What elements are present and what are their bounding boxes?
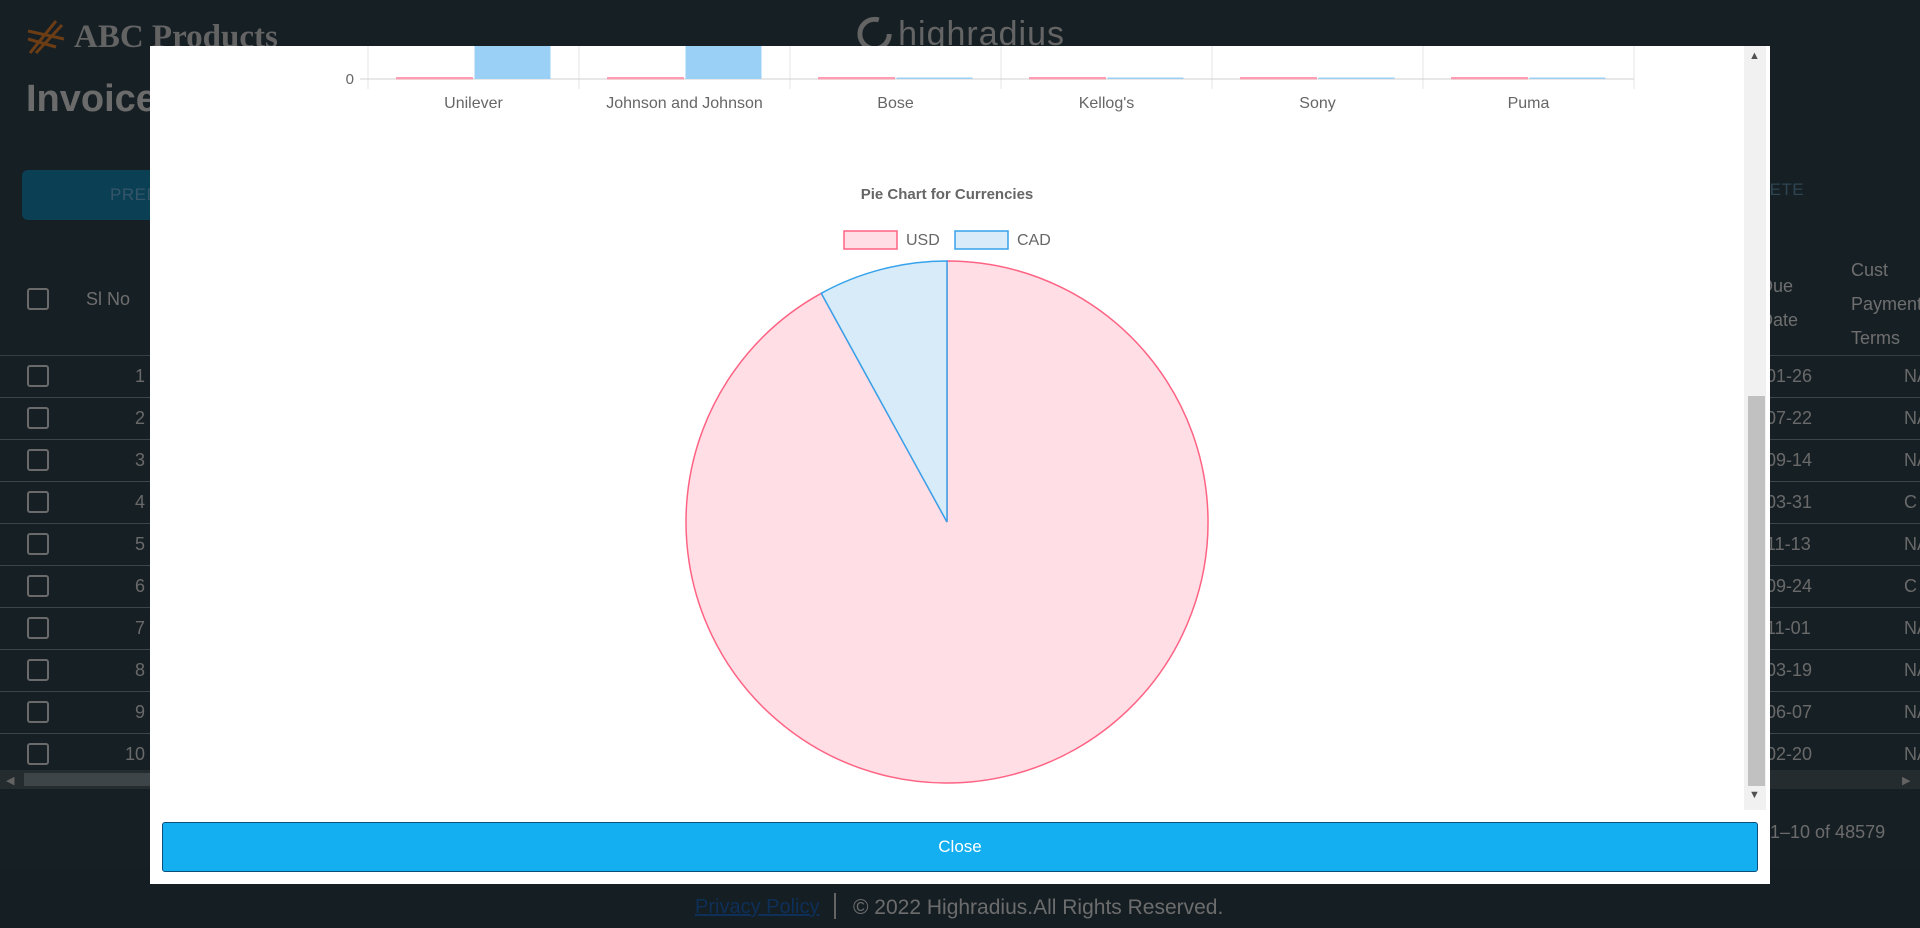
bar-chart-x-tick-label: Kellog's bbox=[1079, 95, 1135, 112]
vertical-scrollbar[interactable]: ▲ ▼ bbox=[1744, 46, 1766, 810]
legend-swatch-usd bbox=[843, 230, 898, 250]
legend-label-cad: CAD bbox=[1017, 232, 1051, 249]
bar-chart-y-tick-label: 0 bbox=[346, 71, 354, 88]
pie-chart-title: Pie Chart for Currencies bbox=[861, 186, 1034, 203]
vertical-scrollbar-thumb[interactable] bbox=[1748, 396, 1765, 786]
bar-chart-x-tick-label: Johnson and Johnson bbox=[606, 95, 763, 112]
bar-puma-series-1 bbox=[1451, 77, 1528, 80]
bar-kellog-s-series-1 bbox=[1029, 77, 1106, 80]
bar-chart-x-tick-label: Bose bbox=[877, 95, 914, 112]
scroll-up-arrow-icon[interactable]: ▲ bbox=[1749, 50, 1760, 62]
legend-label-usd: USD bbox=[906, 232, 940, 249]
bar-chart-x-tick-label: Puma bbox=[1508, 95, 1550, 112]
bar-puma-series-2 bbox=[1529, 77, 1606, 79]
close-button[interactable]: Close bbox=[162, 822, 1758, 872]
bar-bose-series-2 bbox=[896, 77, 973, 79]
bar-kellog-s-series-2 bbox=[1107, 77, 1184, 79]
bar-sony-series-2 bbox=[1318, 77, 1395, 79]
bar-johnson-and-johnson-series-1 bbox=[607, 77, 684, 80]
bar-unilever-series-1 bbox=[396, 77, 473, 80]
bar-chart-x-tick-label: Unilever bbox=[444, 95, 503, 112]
bar-sony-series-1 bbox=[1240, 77, 1317, 80]
scroll-down-arrow-icon[interactable]: ▼ bbox=[1749, 789, 1760, 801]
modal-chart-area: 0 Unilever Johnson and Johnson Bose Kellog's… bbox=[150, 46, 1744, 810]
legend-swatch-cad bbox=[954, 230, 1009, 250]
analytics-modal: 0 Unilever Johnson and Johnson Bose Kellog's… bbox=[150, 46, 1770, 884]
bar-unilever-series-2 bbox=[474, 46, 551, 79]
bar-bose-series-1 bbox=[818, 77, 895, 80]
bar-johnson-and-johnson-series-2 bbox=[685, 46, 762, 79]
charts-canvas: 0 Unilever Johnson and Johnson Bose Kellog's… bbox=[346, 46, 1635, 784]
bar-chart-x-tick-label: Sony bbox=[1299, 95, 1335, 112]
